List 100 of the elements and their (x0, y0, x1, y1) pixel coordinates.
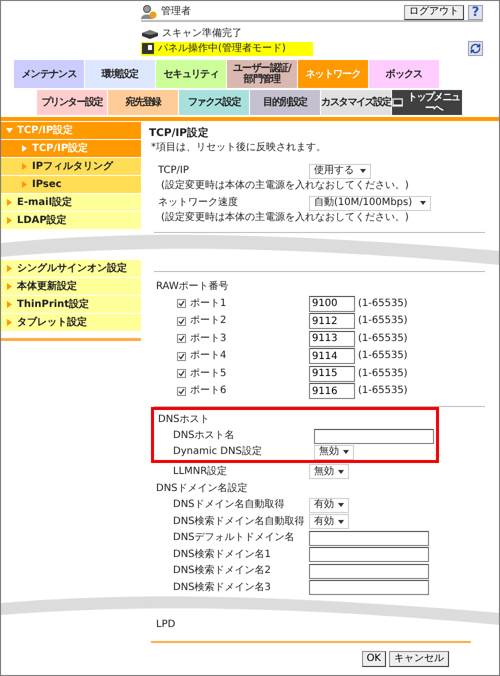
settings-tab[interactable]: 目的別設定 (250, 90, 321, 115)
scan-status: スキャン準備完了 (162, 28, 242, 40)
sidebar-subitem[interactable]: IPsec (1, 176, 141, 194)
caret-right-icon (21, 181, 28, 188)
sidebar-item[interactable]: LDAP設定 (1, 212, 141, 230)
setting-label: DNSドメイン名自動取得 (173, 499, 286, 512)
settings-tab[interactable]: カスタマイズ設定 (321, 90, 392, 115)
setting-label: DNSホスト名 (173, 430, 236, 442)
port-field[interactable]: 9113 (309, 330, 355, 347)
dropdown[interactable]: 無効 (314, 444, 354, 460)
category-tab[interactable]: メンテナンス (14, 60, 85, 88)
input-field[interactable] (309, 580, 429, 596)
top-menu-tab[interactable]: トップメニューへ (392, 90, 463, 115)
sidebar-item[interactable]: シングルサインオン設定 (1, 260, 141, 278)
setting-label: DNS検索ドメイン名2 (173, 565, 272, 578)
category-tab[interactable]: ユーザー認証/部門管理 (227, 60, 298, 88)
caret-right-icon (6, 319, 13, 326)
port-field[interactable]: 9116 (309, 383, 355, 400)
input-field[interactable] (309, 547, 429, 562)
input-field[interactable] (309, 530, 429, 546)
cancel-button[interactable]: キャンセル (389, 651, 449, 667)
checkbox[interactable] (177, 334, 186, 344)
port-label: ポート2 (190, 315, 226, 328)
sidebar-item[interactable]: 本体更新設定 (1, 278, 141, 296)
setting-label: DNS検索ドメイン名自動取得 (173, 516, 306, 528)
caret-right-icon (21, 145, 28, 152)
page-title: TCP/IP設定 (149, 127, 210, 141)
section-title: DNSホスト (157, 413, 211, 427)
range-text: (1-65535) (358, 315, 408, 328)
caret-right-icon (6, 283, 13, 290)
checkbox[interactable] (177, 386, 186, 396)
port-field[interactable]: 9114 (309, 348, 355, 364)
checkbox[interactable] (177, 352, 186, 361)
sidebar-subitem[interactable]: IPフィルタリング (1, 158, 141, 176)
setting-label: LLMNR設定 (173, 466, 228, 478)
caret-icon (420, 201, 426, 205)
panel-status-banner: パネル操作中(管理者モード) (141, 42, 313, 56)
port-field[interactable]: 9100 (309, 296, 355, 312)
settings-tab[interactable]: プリンター設定 (37, 90, 108, 115)
sidebar-item[interactable]: タブレット設定 (1, 314, 141, 332)
section-title: DNSドメイン名設定 (155, 482, 249, 496)
dropdown[interactable]: 無効 (309, 464, 349, 479)
port-label: ポート1 (190, 298, 226, 310)
user-name: 管理者 (161, 6, 191, 18)
setting-label: ネットワーク速度 (158, 197, 239, 209)
note-text: *項目は、リセット後に反映されます。 (151, 142, 327, 155)
range-text: (1-65535) (358, 385, 408, 398)
hint-text: (設定変更時は本体の主電源を入れなおしてください。) (160, 212, 410, 225)
port-label: ポート5 (190, 368, 226, 380)
section-title: RAWポート番号 (155, 280, 230, 294)
caret-right-icon (6, 301, 13, 308)
caret-icon (360, 169, 366, 173)
port-label: ポート4 (190, 350, 226, 362)
input-field[interactable] (309, 564, 429, 579)
help-button[interactable]: ? (468, 4, 483, 20)
caret-icon (338, 503, 344, 508)
dropdown[interactable]: 使用する (309, 164, 371, 178)
scanner-icon (141, 29, 159, 39)
dropdown[interactable]: 有効 (309, 514, 349, 530)
refresh-icon[interactable] (468, 41, 483, 56)
port-label: ポート6 (190, 385, 226, 398)
section-title: LPD (155, 618, 176, 632)
port-field[interactable]: 9112 (309, 313, 355, 330)
range-text: (1-65535) (358, 368, 408, 380)
range-text: (1-65535) (358, 332, 408, 345)
category-tab[interactable]: セキュリティ (156, 60, 227, 88)
checkbox[interactable] (177, 369, 186, 378)
setting-label: DNSデフォルトドメイン名 (173, 532, 296, 544)
setting-label: TCP/IP (158, 165, 190, 177)
range-text: (1-65535) (358, 350, 408, 362)
monitor-icon (392, 97, 404, 108)
checkbox[interactable] (177, 299, 186, 308)
port-field[interactable]: 9115 (309, 366, 355, 382)
checkbox[interactable] (177, 316, 186, 326)
caret-down-icon (6, 127, 13, 134)
printer-panel-icon (141, 42, 155, 55)
logout-button[interactable]: ログアウト (404, 4, 464, 20)
settings-tab[interactable]: 宛先登録 (108, 90, 179, 115)
setting-label: DNS検索ドメイン名3 (173, 582, 272, 594)
caret-right-icon (6, 199, 13, 206)
caret-right-icon (21, 163, 28, 170)
input-field[interactable] (314, 428, 434, 444)
setting-label: DNS検索ドメイン名1 (173, 548, 272, 561)
sidebar-item[interactable]: E-mail設定 (1, 194, 141, 212)
dropdown[interactable]: 自動(10M/100Mbps) (309, 196, 431, 210)
category-tab[interactable]: 環境設定 (85, 60, 156, 88)
caret-icon (343, 450, 349, 454)
caret-icon (338, 470, 344, 474)
ok-button[interactable]: OK (362, 651, 386, 667)
setting-label: Dynamic DNS設定 (173, 446, 263, 458)
hint-text: (設定変更時は本体の主電源を入れなおしてください。) (160, 180, 410, 193)
port-label: ポート3 (190, 332, 226, 345)
caret-right-icon (6, 217, 13, 224)
admin-user-icon (141, 5, 157, 19)
category-tab[interactable]: ボックス (369, 60, 440, 88)
range-text: (1-65535) (358, 298, 408, 310)
caret-icon (338, 520, 344, 524)
sidebar-item[interactable]: ThinPrint設定 (1, 296, 141, 314)
dropdown[interactable]: 有効 (309, 498, 349, 513)
settings-tab[interactable]: ファクス設定 (179, 90, 250, 115)
